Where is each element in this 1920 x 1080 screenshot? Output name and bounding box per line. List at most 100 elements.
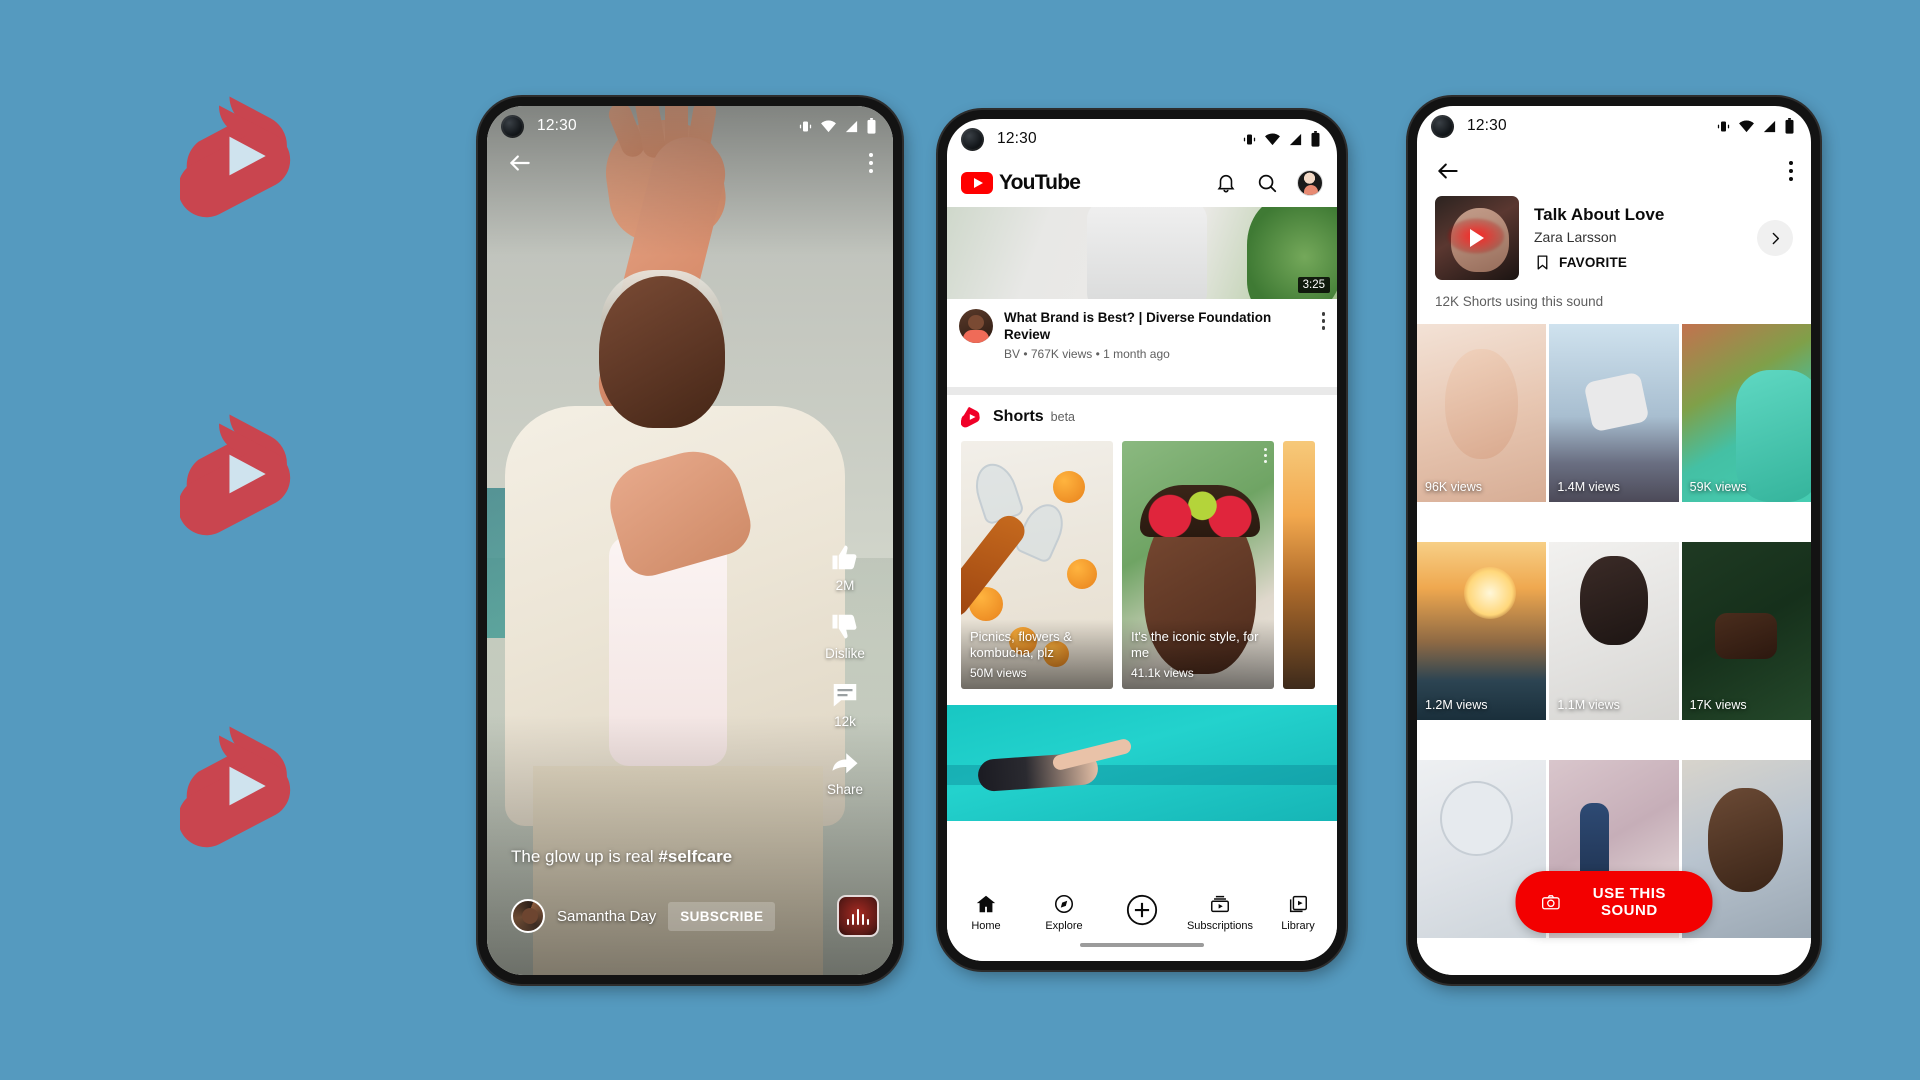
channel-row: Samantha Day SUBSCRIBE — [511, 899, 776, 933]
channel-avatar[interactable] — [959, 309, 993, 343]
photo-head — [599, 276, 725, 428]
grid-thumbnail — [1681, 324, 1811, 502]
app-header: YouTube — [947, 159, 1337, 207]
account-avatar[interactable] — [1297, 170, 1323, 196]
grid-item[interactable]: 1.4M views — [1549, 324, 1679, 502]
shorts-caption: The glow up is real #selfcare — [511, 847, 732, 867]
library-icon — [1289, 895, 1307, 913]
short-card-peek[interactable] — [1283, 441, 1315, 689]
short-overlay: Picnics, flowers & kombucha, plz 50M vie… — [961, 618, 1113, 689]
youtube-play-icon — [961, 172, 993, 194]
grid-item[interactable]: 96K views — [1417, 324, 1547, 502]
art-orange — [1067, 559, 1097, 589]
status-time: 12:30 — [537, 117, 577, 134]
comment-count: 12k — [834, 714, 856, 729]
youtube-logo[interactable]: YouTube — [961, 171, 1081, 195]
sound-meta: Talk About Love Zara Larsson FAVORITE — [1534, 205, 1742, 272]
thumbs-up-icon — [832, 545, 857, 570]
video-thumbnail[interactable]: 3:25 — [947, 207, 1337, 299]
short-thumbnail — [1283, 441, 1315, 689]
shorts-shelf-header: Shorts beta — [947, 395, 1337, 437]
wifi-icon — [1265, 133, 1280, 145]
nav-item-home[interactable]: Home — [947, 893, 1025, 932]
wifi-icon — [1739, 120, 1754, 132]
create-plus-icon — [1126, 894, 1158, 926]
wifi-icon — [821, 120, 836, 132]
comment-button[interactable]: 12k — [830, 679, 860, 729]
vibrate-icon — [1717, 121, 1730, 131]
notifications-bell-icon[interactable] — [1215, 172, 1237, 194]
shorts-logo-icon — [960, 405, 983, 429]
subscriptions-icon — [1211, 895, 1229, 913]
more-vertical-icon[interactable] — [869, 153, 873, 173]
grid-views: 1.4M views — [1557, 480, 1620, 494]
shorts-action-rail: 2M Dislike 12k Share — [809, 543, 881, 797]
subscribe-button[interactable]: SUBSCRIBE — [668, 901, 776, 931]
nav-item-library[interactable]: Library — [1259, 893, 1337, 932]
status-bar: 12:30 — [947, 119, 1337, 159]
short-card[interactable]: Picnics, flowers & kombucha, plz 50M vie… — [961, 441, 1113, 689]
share-button[interactable]: Share — [827, 747, 863, 797]
more-vertical-icon[interactable] — [1789, 161, 1793, 181]
dislike-button[interactable]: Dislike — [825, 611, 865, 661]
grid-views: 96K views — [1425, 480, 1482, 494]
caption-text: The glow up is real — [511, 847, 659, 866]
art-orange — [1053, 471, 1085, 503]
bookmark-icon — [1537, 254, 1548, 270]
feed-video-thumbnail[interactable] — [947, 705, 1337, 821]
grid-views: 1.2M views — [1425, 698, 1488, 712]
status-icons — [1716, 118, 1795, 134]
back-arrow-icon[interactable] — [507, 150, 533, 176]
sound-waveform-icon[interactable] — [837, 895, 879, 937]
thumbnail-subject — [1087, 207, 1208, 299]
share-icon — [832, 753, 858, 774]
signal-icon — [845, 120, 858, 132]
battery-icon — [1785, 118, 1794, 134]
favorite-button[interactable]: FAVORITE — [1534, 253, 1742, 272]
nav-item-subscriptions[interactable]: Subscriptions — [1181, 893, 1259, 932]
channel-name[interactable]: Samantha Day — [557, 908, 656, 925]
avatar[interactable] — [511, 899, 545, 933]
status-time: 12:30 — [997, 130, 1037, 147]
grid-item[interactable]: 59K views — [1681, 324, 1811, 502]
status-time: 12:30 — [1467, 117, 1507, 134]
caption-hashtag[interactable]: #selfcare — [658, 847, 732, 866]
nav-label: Home — [971, 920, 1001, 932]
shorts-logo-icon — [177, 90, 310, 222]
short-card[interactable]: It's the iconic style, for me 41.1k view… — [1122, 441, 1274, 689]
shorts-carousel[interactable]: Picnics, flowers & kombucha, plz 50M vie… — [947, 441, 1337, 689]
sound-info-row: Talk About Love Zara Larsson FAVORITE — [1417, 196, 1811, 280]
shorts-shelf-title: Shorts — [993, 408, 1044, 425]
more-vertical-icon[interactable] — [1264, 448, 1267, 463]
grid-item[interactable]: 17K views — [1681, 542, 1811, 720]
short-views: 50M views — [970, 666, 1027, 680]
phone-youtube-home: 12:30 YouTube 3:25 What Brand is Best? |… — [938, 110, 1346, 970]
search-icon[interactable] — [1256, 172, 1278, 194]
like-button[interactable]: 2M — [830, 543, 860, 593]
shorts-logo-icon — [177, 720, 310, 852]
camera-punch-hole — [1431, 114, 1454, 138]
grid-thumbnail — [1681, 542, 1811, 720]
shorts-count-label: 12K Shorts using this sound — [1417, 294, 1811, 319]
use-this-sound-button[interactable]: USE THIS SOUND — [1515, 871, 1713, 933]
more-vertical-icon[interactable] — [1321, 309, 1325, 361]
nav-item-create[interactable] — [1103, 893, 1181, 932]
grid-item[interactable]: 1.2M views — [1417, 542, 1547, 720]
shorts-beta-badge: beta — [1050, 410, 1076, 424]
sound-thumbnail[interactable] — [1435, 196, 1519, 280]
screen-sound-page: 12:30 Talk About Love Zara Larsson FAVOR… — [1417, 106, 1811, 975]
sound-title: Talk About Love — [1534, 204, 1665, 224]
use-this-sound-label: USE THIS SOUND — [1592, 885, 1666, 919]
nav-item-explore[interactable]: Explore — [1025, 893, 1103, 932]
video-meta: BV • 767K views • 1 month ago — [1004, 347, 1170, 362]
nav-label: Explore — [1045, 920, 1083, 932]
share-label: Share — [826, 782, 864, 797]
grid-item[interactable]: 1.1M views — [1549, 542, 1679, 720]
video-title[interactable]: What Brand is Best? | Diverse Foundation… — [1004, 309, 1311, 343]
section-divider — [947, 387, 1337, 395]
back-arrow-icon[interactable] — [1435, 158, 1461, 184]
chevron-right-icon[interactable] — [1757, 220, 1793, 256]
favorite-label: FAVORITE — [1559, 254, 1628, 270]
status-icons — [798, 118, 877, 134]
grid-thumbnail — [1417, 324, 1547, 502]
